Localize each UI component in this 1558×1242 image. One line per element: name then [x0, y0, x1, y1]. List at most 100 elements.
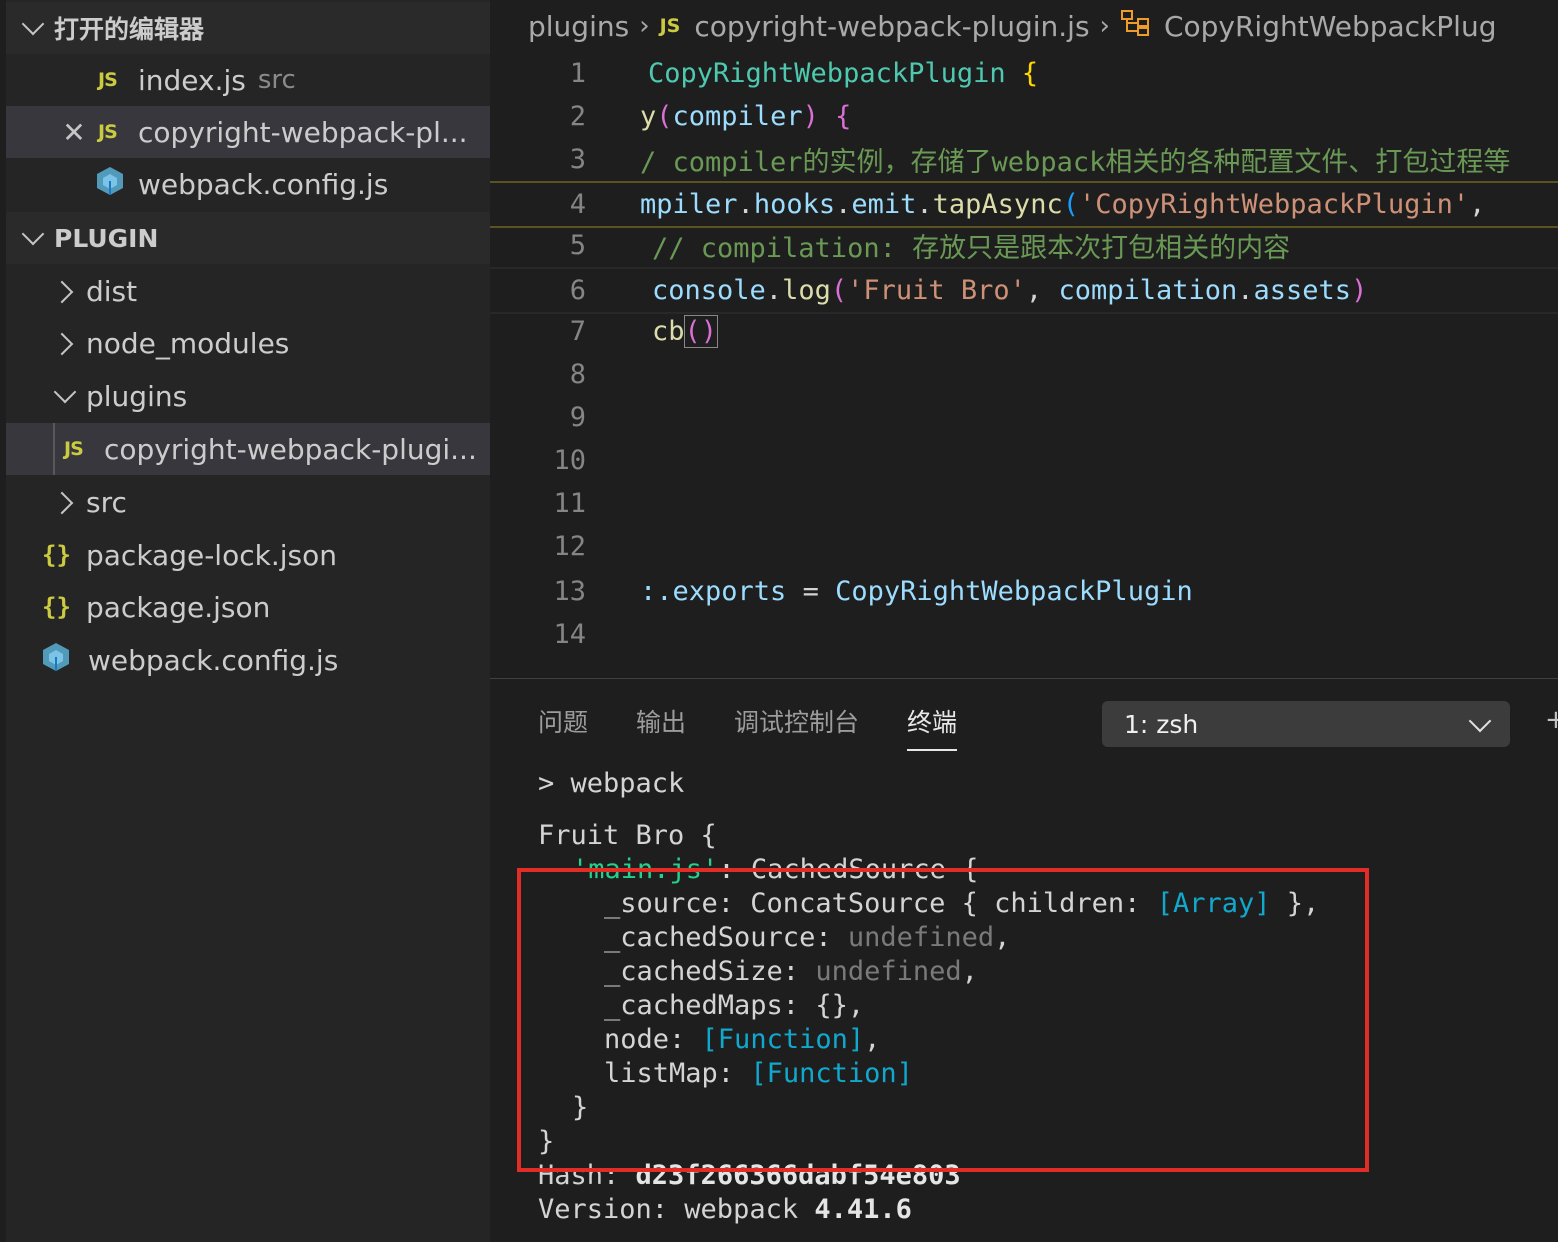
tree-item-dist[interactable]: dist	[6, 265, 490, 317]
open-editor-label: index.js	[138, 63, 246, 97]
terminal-select-value: 1: zsh	[1124, 709, 1199, 739]
tab-terminal[interactable]: 终端	[907, 703, 958, 751]
breadcrumb-symbol[interactable]: CopyRightWebpackPlug	[1164, 10, 1497, 43]
terminal-token: ,	[864, 1024, 881, 1055]
terminal-token: undefined	[815, 956, 962, 987]
code-token: cb	[652, 316, 685, 347]
tree-item-copyright-plugin[interactable]: JS copyright-webpack-plugi...	[6, 423, 490, 475]
terminal-line: _cachedSize: undefined,	[604, 955, 978, 989]
terminal-token: 'main.js'	[572, 854, 719, 885]
open-editor-item-copyright[interactable]: ✕ JS copyright-webpack-pl...	[6, 106, 490, 158]
code-token: {	[835, 101, 852, 132]
code-token: (	[1062, 189, 1079, 220]
tab-debug-console[interactable]: 调试控制台	[734, 703, 859, 751]
breadcrumb-file[interactable]: copyright-webpack-plugin.js	[694, 10, 1089, 43]
code-token: .	[737, 189, 754, 220]
code-token: .	[916, 189, 933, 220]
tab-output[interactable]: 输出	[636, 703, 686, 751]
tree-item-package-lock[interactable]: {} package-lock.json	[6, 529, 490, 581]
line-number: 1	[569, 58, 586, 89]
breadcrumb: plugins › JS copyright-webpack-plugin.js…	[490, 0, 1558, 52]
line-number: 5	[569, 230, 586, 261]
terminal-token: _cachedSize:	[604, 956, 816, 987]
terminal-line: _cachedMaps: {},	[604, 990, 865, 1021]
code-line: 9	[490, 396, 1558, 439]
line-number: 8	[569, 359, 586, 390]
code-token: assets	[1253, 275, 1352, 306]
tree-item-plugins[interactable]: plugins	[6, 370, 490, 422]
code-line: 1 CopyRightWebpackPlugin {	[490, 52, 1558, 95]
terminal-token: ,	[994, 922, 1011, 953]
project-header[interactable]: PLUGIN	[6, 212, 490, 264]
webpack-cube-icon	[96, 166, 138, 203]
code-token: hooks	[753, 189, 836, 220]
code-token: compiler	[672, 101, 803, 132]
terminal-token: Version: webpack	[538, 1194, 815, 1225]
terminal-line: }	[538, 1126, 555, 1157]
terminal-line: > webpack	[538, 768, 685, 799]
terminal-token: _source: ConcatSource { children:	[604, 888, 1157, 919]
js-icon: JS	[98, 69, 118, 91]
code-line: 10	[490, 439, 1558, 482]
line-number: 10	[553, 445, 586, 476]
new-terminal-button[interactable]: +	[1545, 705, 1558, 735]
js-icon: JS	[64, 438, 84, 460]
code-token: .	[765, 275, 783, 306]
terminal-line: _cachedSource: undefined,	[604, 921, 1010, 955]
json-braces-icon: {}	[42, 541, 71, 569]
webpack-cube-icon	[42, 642, 88, 679]
tree-item-src[interactable]: src	[6, 476, 490, 528]
tree-item-node-modules[interactable]: node_modules	[6, 317, 490, 369]
open-editor-label: webpack.config.js	[138, 167, 389, 201]
code-token: ()	[683, 315, 719, 348]
tree-item-label: webpack.config.js	[88, 643, 339, 677]
breadcrumb-folder[interactable]: plugins	[528, 10, 629, 43]
open-editor-item-index[interactable]: JS index.js src	[6, 54, 490, 106]
code-token: log	[782, 275, 831, 306]
code-token: y	[640, 101, 657, 132]
tree-item-webpack-config[interactable]: webpack.config.js	[6, 634, 490, 686]
open-editors-title: 打开的编辑器	[54, 15, 205, 44]
terminal-select[interactable]: 1: zsh	[1102, 701, 1510, 747]
chevron-right-icon: ›	[1099, 11, 1110, 41]
code-line: 12	[490, 525, 1558, 568]
terminal-line: node: [Function],	[604, 1023, 880, 1057]
open-editor-item-webpack-config[interactable]: webpack.config.js	[6, 158, 490, 210]
vscode-window: 打开的编辑器 JS index.js src ✕ JS copyright-we…	[0, 0, 1558, 1242]
code-line: 8	[490, 353, 1558, 396]
tree-item-package-json[interactable]: {} package.json	[6, 581, 490, 633]
tab-problems[interactable]: 问题	[538, 703, 588, 751]
tree-item-label: package.json	[86, 590, 271, 624]
code-token: CopyRightWebpackPlugin	[648, 58, 1006, 89]
code-editor[interactable]: 1 CopyRightWebpackPlugin { 2 y ( compiler)…	[490, 52, 1558, 672]
code-token: )	[1351, 275, 1368, 306]
code-token: mpiler	[640, 189, 738, 220]
terminal-token: listMap:	[604, 1058, 751, 1089]
code-token: tapAsync	[932, 189, 1063, 220]
terminal-line: }	[572, 1092, 589, 1123]
code-token: {	[1021, 58, 1039, 89]
terminal-line: listMap: [Function]	[604, 1057, 913, 1091]
js-icon: JS	[659, 15, 681, 37]
code-line: 13 :.exports = CopyRightWebpackPlugin	[490, 570, 1558, 613]
code-token: .	[835, 189, 852, 220]
terminal-token: _cachedSource:	[604, 922, 848, 953]
chevron-down-icon	[1468, 709, 1492, 733]
terminal-token: },	[1270, 888, 1320, 919]
line-number: 6	[569, 275, 586, 306]
code-token: compilation	[1058, 275, 1238, 306]
open-editors-header[interactable]: 打开的编辑器	[6, 2, 490, 54]
terminal-line: Version: webpack 4.41.6	[538, 1193, 912, 1227]
code-token: :	[640, 576, 657, 607]
code-line: 5 // compilation: 存放只是跟本次打包相关的内容	[490, 224, 1558, 267]
indent-guide	[53, 423, 55, 475]
chevron-right-icon	[50, 276, 80, 306]
close-icon[interactable]: ✕	[50, 116, 98, 149]
code-token: )	[802, 101, 819, 132]
line-number: 3	[569, 144, 586, 175]
chevron-down-icon	[50, 381, 80, 411]
line-number: 12	[553, 531, 586, 562]
code-line-highlighted: 4 mpiler.hooks.emit.tapAsync('CopyRightW…	[490, 181, 1558, 228]
line-number: 2	[569, 101, 586, 132]
bottom-panel: 问题 输出 调试控制台 终端 1: zsh + > webpack Fruit …	[490, 678, 1558, 1242]
